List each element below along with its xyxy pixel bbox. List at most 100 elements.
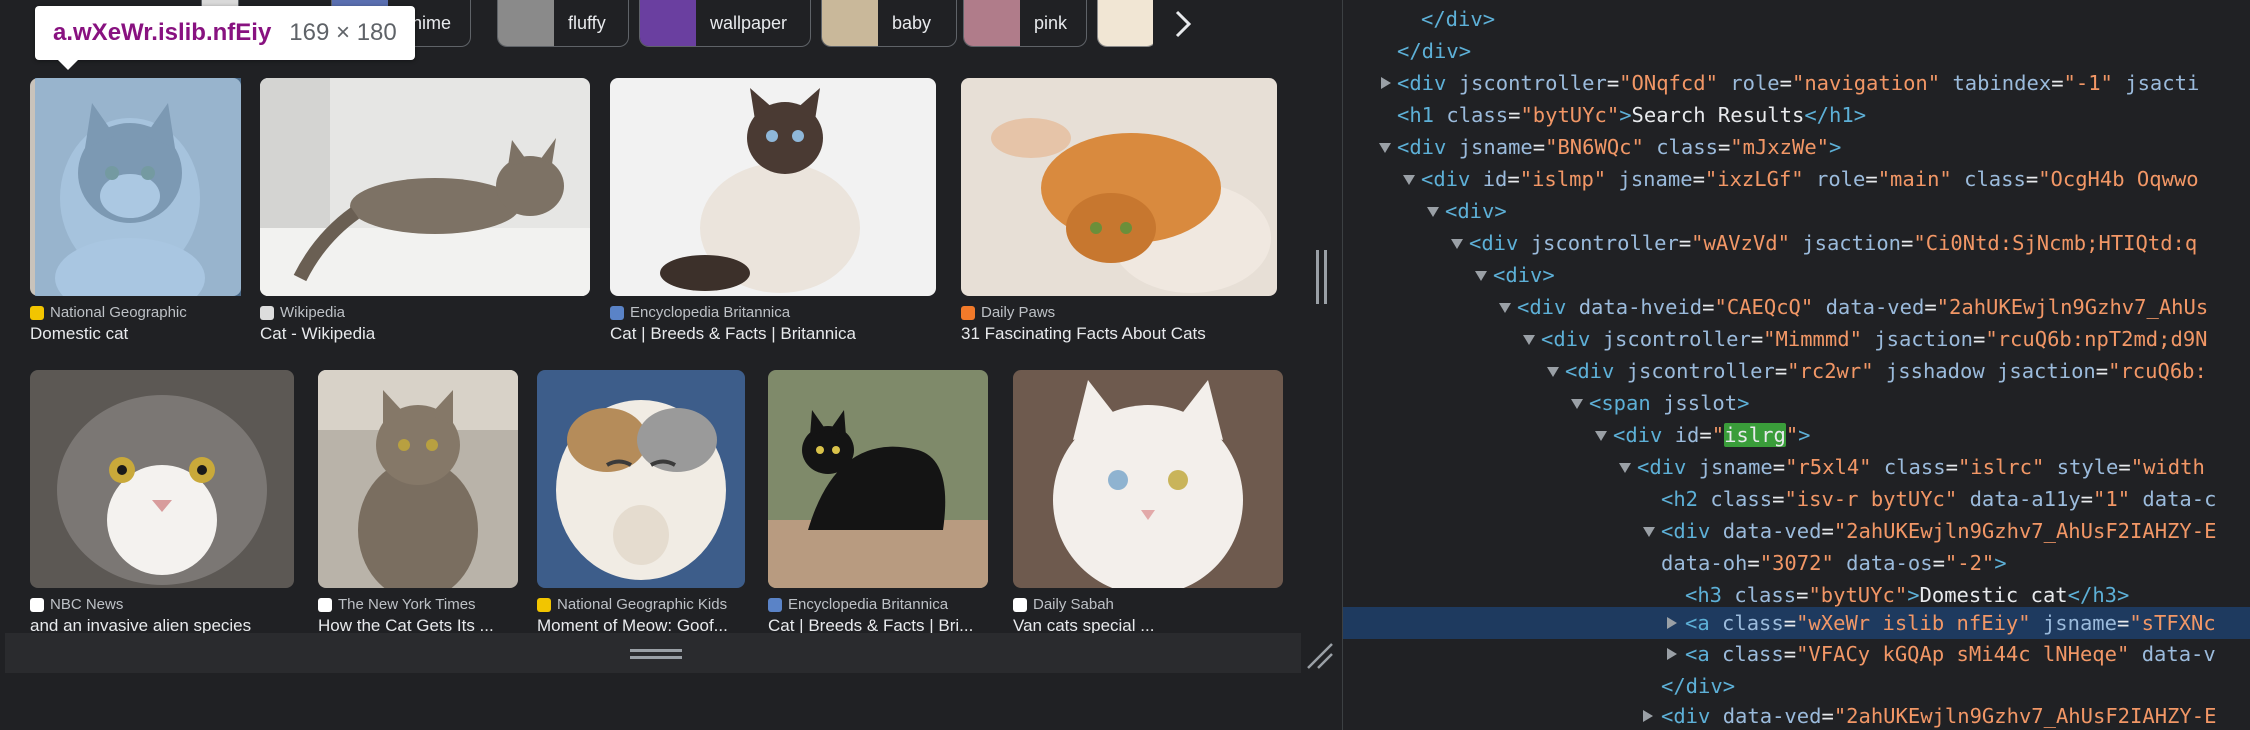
result-title[interactable]: Domestic cat	[30, 324, 241, 344]
dom-node[interactable]: <div>	[1343, 259, 2250, 291]
result-title[interactable]: Van cats special ...	[1013, 616, 1283, 633]
expand-triangle-icon[interactable]	[1643, 710, 1653, 722]
source-favicon-icon	[768, 597, 782, 612]
result-title[interactable]: Cat | Breeds & Facts | Bri...	[768, 616, 988, 633]
result-thumbnail[interactable]	[768, 370, 988, 588]
dom-node[interactable]: </div>	[1343, 35, 2250, 67]
result-thumbnail[interactable]	[30, 370, 294, 588]
image-result[interactable]: Encyclopedia Britannica Cat | Breeds & F…	[610, 78, 936, 358]
source-favicon-icon	[1013, 597, 1027, 612]
dom-node[interactable]: <div data-hveid="CAEQcQ" data-ved="2ahUK…	[1343, 291, 2250, 323]
text-node: Domestic cat	[1919, 583, 2068, 607]
tag-name: </h1>	[1804, 103, 1867, 127]
dom-node[interactable]: <div jscontroller="Mimmmd" jsaction="rcu…	[1343, 323, 2250, 355]
dom-node[interactable]: </div>	[1343, 670, 2250, 702]
image-result[interactable]: Daily Paws 31 Fascinating Facts About Ca…	[961, 78, 1277, 358]
attr-value: "3072"	[1759, 551, 1834, 575]
collapse-triangle-icon[interactable]	[1427, 207, 1439, 217]
collapse-triangle-icon[interactable]	[1379, 143, 1391, 153]
dom-node[interactable]: <div>	[1343, 195, 2250, 227]
collapse-triangle-icon[interactable]	[1571, 399, 1583, 409]
collapse-triangle-icon[interactable]	[1475, 271, 1487, 281]
chip-pink[interactable]: pink	[963, 0, 1087, 47]
attr-name: jscontroller	[1626, 359, 1775, 383]
collapse-triangle-icon[interactable]	[1403, 175, 1415, 185]
collapse-triangle-icon[interactable]	[1499, 303, 1511, 313]
attr-name: jscontroller	[1602, 327, 1751, 351]
dom-node[interactable]: <h1 class="bytUYc">Search Results</h1>	[1343, 99, 2250, 131]
dom-node[interactable]: <div id="islmp" jsname="ixzLGf" role="ma…	[1343, 163, 2250, 195]
image-result[interactable]: The New York Times How the Cat Gets Its …	[318, 370, 518, 633]
image-result[interactable]: Wikipedia Cat - Wikipedia	[260, 78, 590, 358]
dom-node[interactable]: <div jsname="r5xl4" class="islrc" style=…	[1343, 451, 2250, 483]
result-source: National Geographic	[30, 304, 187, 321]
dom-node[interactable]: <div data-ved="2ahUKEwjln9Gzhv7_AhUsF2IA…	[1343, 515, 2250, 547]
attr-name: role	[1816, 167, 1866, 191]
collapse-triangle-icon[interactable]	[1523, 335, 1535, 345]
viewport-bottom-resizer[interactable]	[5, 633, 1301, 673]
dom-node[interactable]: <div jscontroller="ONqfcd" role="navigat…	[1343, 67, 2250, 99]
result-thumbnail[interactable]	[610, 78, 936, 296]
chip-baby[interactable]: baby	[821, 0, 957, 47]
image-result[interactable]: NBC News and an invasive alien species	[30, 370, 294, 633]
tag-name: <div	[1661, 704, 1711, 728]
dom-node[interactable]: <div jsname="BN6WQc" class="mJxzWe">	[1343, 131, 2250, 163]
result-title[interactable]: How the Cat Gets Its ...	[318, 616, 518, 633]
expand-triangle-icon[interactable]	[1667, 617, 1677, 629]
image-result[interactable]: National Geographic Domestic cat	[30, 78, 241, 358]
dom-node[interactable]: <div data-ved="2ahUKEwjln9Gzhv7_AhUsF2IA…	[1343, 700, 2250, 730]
collapse-triangle-icon[interactable]	[1643, 527, 1655, 537]
dom-node[interactable]: <div id="islrg">	[1343, 419, 2250, 451]
collapse-triangle-icon[interactable]	[1619, 463, 1631, 473]
dom-node[interactable]: </div>	[1343, 3, 2250, 35]
result-title[interactable]: Cat | Breeds & Facts | Britannica	[610, 324, 936, 344]
expand-triangle-icon[interactable]	[1381, 77, 1391, 89]
result-thumbnail[interactable]	[318, 370, 518, 588]
page-viewport[interactable]: anime fluffy wallpaper baby pink Nationa…	[5, 0, 1301, 633]
dom-node[interactable]: <div jscontroller="rc2wr" jsshadow jsact…	[1343, 355, 2250, 387]
result-thumbnail[interactable]	[537, 370, 745, 588]
dom-node-selected[interactable]: <a class="wXeWr islib nfEiy" jsname="sTF…	[1343, 607, 2250, 639]
expand-triangle-icon[interactable]	[1667, 648, 1677, 660]
dom-node[interactable]: <div jscontroller="wAVzVd" jsaction="Ci0…	[1343, 227, 2250, 259]
collapse-triangle-icon[interactable]	[1595, 431, 1607, 441]
tag-bracket: >	[1619, 103, 1632, 127]
tooltip-dimensions: 169 × 180	[289, 19, 397, 46]
chips-next-button[interactable]	[1153, 0, 1213, 48]
result-thumbnail[interactable]	[260, 78, 590, 296]
result-thumbnail[interactable]	[30, 78, 241, 296]
collapse-triangle-icon[interactable]	[1451, 239, 1463, 249]
chip-thumbnail	[640, 0, 696, 46]
chip-fluffy[interactable]: fluffy	[497, 0, 629, 47]
result-title[interactable]: Cat - Wikipedia	[260, 324, 590, 344]
chip-cartoon[interactable]	[1097, 0, 1157, 47]
chip-wallpaper[interactable]: wallpaper	[639, 0, 811, 47]
tooltip-arrow	[57, 59, 79, 70]
attr-name: jsshadow	[1885, 359, 1985, 383]
chip-thumbnail	[964, 0, 1020, 46]
tag-name: <div>	[1493, 263, 1555, 287]
image-result[interactable]: Encyclopedia Britannica Cat | Breeds & F…	[768, 370, 988, 633]
dom-node-continuation[interactable]: data-oh="3072" data-os="-2">	[1343, 547, 2250, 579]
attr-name: jsname	[1458, 135, 1533, 159]
resize-corner-icon[interactable]	[1304, 640, 1334, 670]
dom-node[interactable]: <span jsslot>	[1343, 387, 2250, 419]
result-title[interactable]: 31 Fascinating Facts About Cats	[961, 324, 1277, 344]
source-name: The New York Times	[338, 596, 476, 613]
dom-node[interactable]: <a class="VFACy kGQAp sMi44c lNHeqe" dat…	[1343, 638, 2250, 670]
image-result[interactable]: Daily Sabah Van cats special ...	[1013, 370, 1283, 633]
source-name: Encyclopedia Britannica	[788, 596, 949, 613]
result-thumbnail[interactable]	[961, 78, 1277, 296]
viewport-right-resizer[interactable]	[1314, 250, 1330, 304]
result-title[interactable]: and an invasive alien species	[30, 616, 294, 633]
result-source: Encyclopedia Britannica	[768, 596, 948, 613]
collapse-triangle-icon[interactable]	[1547, 367, 1559, 377]
attr-value: "rcuQ6b:npT2md;d9N	[1985, 327, 2208, 351]
result-title[interactable]: Moment of Meow: Goof...	[537, 616, 745, 633]
image-result[interactable]: National Geographic Kids Moment of Meow:…	[537, 370, 745, 633]
source-favicon-icon	[30, 597, 44, 612]
result-thumbnail[interactable]	[1013, 370, 1283, 588]
attr-name: jscontroller	[1530, 231, 1679, 255]
dom-node[interactable]: <h2 class="isv-r bytUYc" data-a11y="1" d…	[1343, 483, 2250, 515]
attr-value: "sTFXNc	[2129, 611, 2216, 635]
